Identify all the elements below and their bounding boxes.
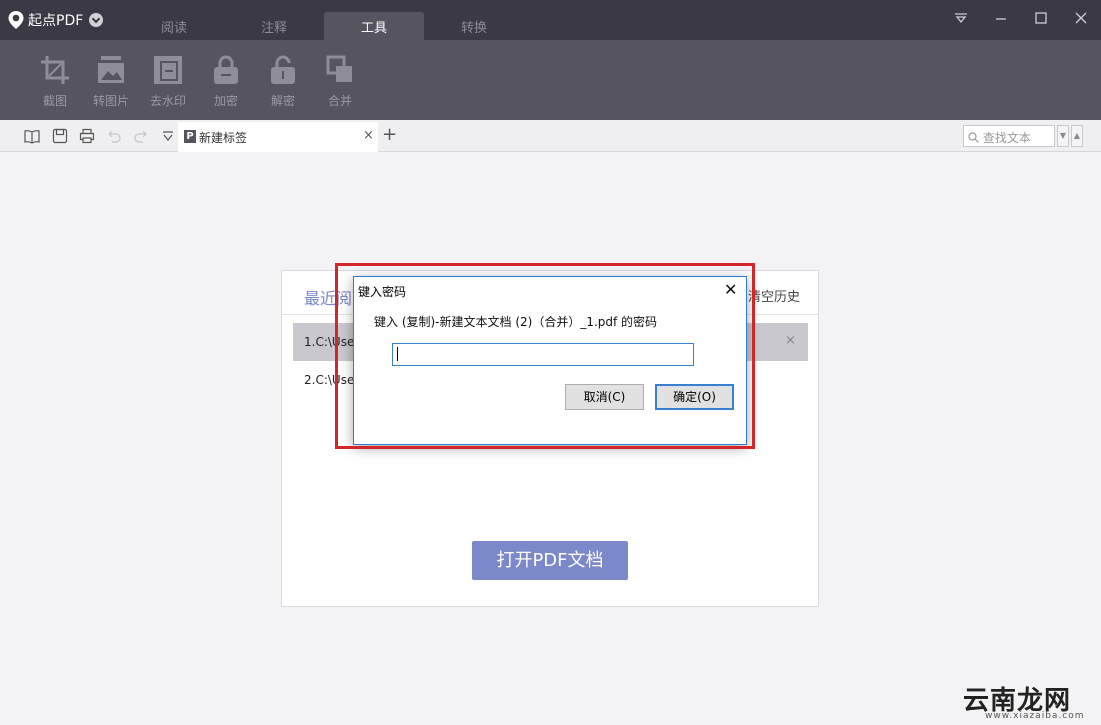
tab-convert[interactable]: 转换 [424,12,524,40]
to-image-button[interactable]: 转图片 [84,54,138,109]
document-tab[interactable]: P 新建标签 × [178,122,378,152]
remove-watermark-button[interactable]: 去水印 [141,54,195,109]
menu-dropdown-icon[interactable] [951,10,971,30]
merge-button[interactable]: 合并 [313,54,367,109]
crop-label: 截图 [42,94,67,108]
account-dropdown-icon[interactable] [89,13,104,27]
document-tab-strip: P 新建标签 × [0,120,1101,152]
open-pdf-button[interactable]: 打开PDF文档 [472,541,628,580]
search-input[interactable]: 查找文本 [963,125,1055,147]
add-tab-icon[interactable]: + [382,124,397,145]
open-book-icon[interactable] [24,128,40,144]
search-icon [968,132,979,143]
merge-icon [326,55,352,82]
encrypt-button[interactable]: 加密 [199,54,253,109]
tab-tools[interactable]: 工具 [324,12,424,40]
app-logo[interactable]: 起点PDF [8,10,104,30]
merge-label: 合并 [327,94,352,108]
undo-icon[interactable] [106,128,122,144]
highlight-annotation-box [335,263,755,449]
tool-ribbon: 截图 转图片 去水印 加密 解密 合并 [0,40,1101,120]
quick-access-dropdown-icon[interactable] [160,128,176,144]
window-close-icon[interactable] [1071,10,1091,30]
watermark-url: www.xiazaiba.com [985,711,1085,721]
tab-read[interactable]: 阅读 [124,12,224,40]
remove-watermark-label: 去水印 [149,94,186,108]
app-name: 起点PDF [28,13,84,29]
save-icon[interactable] [52,128,68,144]
encrypt-label: 加密 [213,94,238,108]
minimize-icon[interactable] [991,10,1011,30]
document-tab-close-icon[interactable]: × [363,128,374,143]
lock-icon [214,55,238,84]
remove-recent-file-icon[interactable]: × [785,333,796,348]
tab-annotate[interactable]: 注释 [224,12,324,40]
document-tab-label: 新建标签 [199,131,248,145]
remove-watermark-icon [154,56,182,84]
decrypt-label: 解密 [270,94,295,108]
to-image-label: 转图片 [92,94,129,108]
unlock-icon [271,55,295,84]
crop-icon [41,56,69,84]
decrypt-button[interactable]: 解密 [256,54,310,109]
search-options-dropdown-icon[interactable]: ▼ [1057,125,1069,147]
location-pin-icon [8,11,24,29]
print-icon[interactable] [79,128,95,144]
title-bar: 起点PDF 阅读 注释 工具 转换 [0,0,1101,40]
clear-history-link[interactable]: 清空历史 [748,286,800,305]
image-convert-icon [98,56,124,83]
search-navigation-icon[interactable]: ▲ [1071,125,1083,147]
maximize-icon[interactable] [1031,10,1051,30]
search-placeholder: 查找文本 [982,131,1031,145]
crop-button[interactable]: 截图 [28,54,82,109]
pdf-logo-icon: P [184,130,196,143]
redo-icon[interactable] [133,128,149,144]
